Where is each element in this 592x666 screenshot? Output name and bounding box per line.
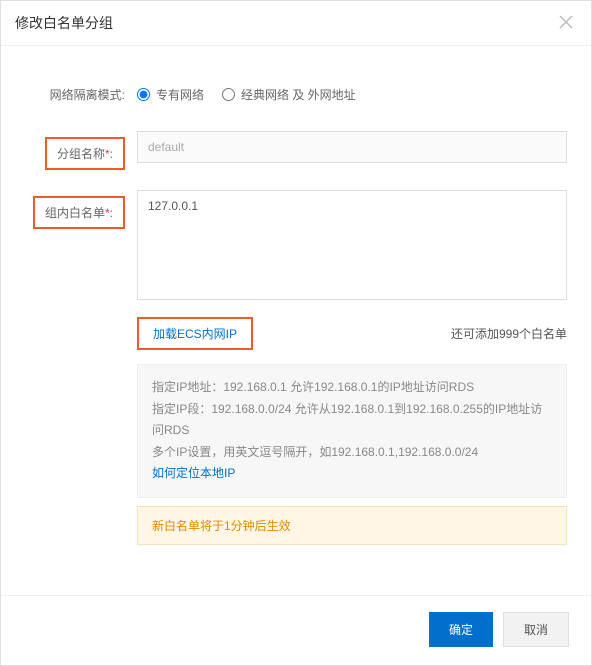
help-line-2: 指定IP段：192.168.0.0/24 允许从192.168.0.1到192.… <box>152 399 552 442</box>
network-mode-radio-group: 专有网络 经典网络 及 外网地址 <box>137 80 567 103</box>
radio-vpc-label: 专有网络 <box>156 86 204 103</box>
close-icon[interactable] <box>559 14 573 32</box>
label-group-name-wrap: 分组名称*: <box>25 131 137 170</box>
cancel-button[interactable]: 取消 <box>503 612 569 647</box>
field-whitelist: 127.0.0.1 加载ECS内网IP 还可添加999个白名单 指定IP地址：1… <box>137 190 567 545</box>
radio-classic-label: 经典网络 及 外网地址 <box>241 86 356 103</box>
dialog-footer: 确定 取消 <box>1 595 591 665</box>
whitelist-dialog: 修改白名单分组 网络隔离模式: 专有网络 经典网络 及 外网地址 分组名称*: <box>0 0 592 666</box>
label-whitelist-wrap: 组内白名单*: <box>25 190 137 229</box>
ok-button[interactable]: 确定 <box>429 612 493 647</box>
radio-classic[interactable]: 经典网络 及 外网地址 <box>222 86 356 103</box>
locate-local-ip-link[interactable]: 如何定位本地IP <box>152 466 235 480</box>
help-line-3: 多个IP设置，用英文逗号隔开，如192.168.0.1,192.168.0.0/… <box>152 442 552 464</box>
label-network-mode: 网络隔离模式: <box>25 80 137 103</box>
label-group-name: 分组名称*: <box>45 137 125 170</box>
group-name-input[interactable] <box>137 131 567 163</box>
dialog-header: 修改白名单分组 <box>1 1 591 46</box>
radio-classic-input[interactable] <box>222 88 235 101</box>
dialog-body: 网络隔离模式: 专有网络 经典网络 及 外网地址 分组名称*: <box>1 46 591 555</box>
row-whitelist: 组内白名单*: 127.0.0.1 加载ECS内网IP 还可添加999个白名单 … <box>25 190 567 545</box>
help-box: 指定IP地址：192.168.0.1 允许192.168.0.1的IP地址访问R… <box>137 364 567 498</box>
help-line-1: 指定IP地址：192.168.0.1 允许192.168.0.1的IP地址访问R… <box>152 377 552 399</box>
label-whitelist: 组内白名单*: <box>33 196 125 229</box>
whitelist-textarea[interactable]: 127.0.0.1 <box>137 190 567 300</box>
row-network-mode: 网络隔离模式: 专有网络 经典网络 及 外网地址 <box>25 80 567 103</box>
field-group-name <box>137 131 567 163</box>
radio-vpc-input[interactable] <box>137 88 150 101</box>
link-row: 加载ECS内网IP 还可添加999个白名单 <box>137 317 567 350</box>
dialog-title: 修改白名单分组 <box>15 13 113 33</box>
row-group-name: 分组名称*: <box>25 131 567 170</box>
radio-vpc[interactable]: 专有网络 <box>137 86 204 103</box>
load-ecs-ip-link[interactable]: 加载ECS内网IP <box>153 327 237 341</box>
warning-box: 新白名单将于1分钟后生效 <box>137 506 567 545</box>
ecs-link-box: 加载ECS内网IP <box>137 317 253 350</box>
remaining-count: 还可添加999个白名单 <box>451 325 567 342</box>
